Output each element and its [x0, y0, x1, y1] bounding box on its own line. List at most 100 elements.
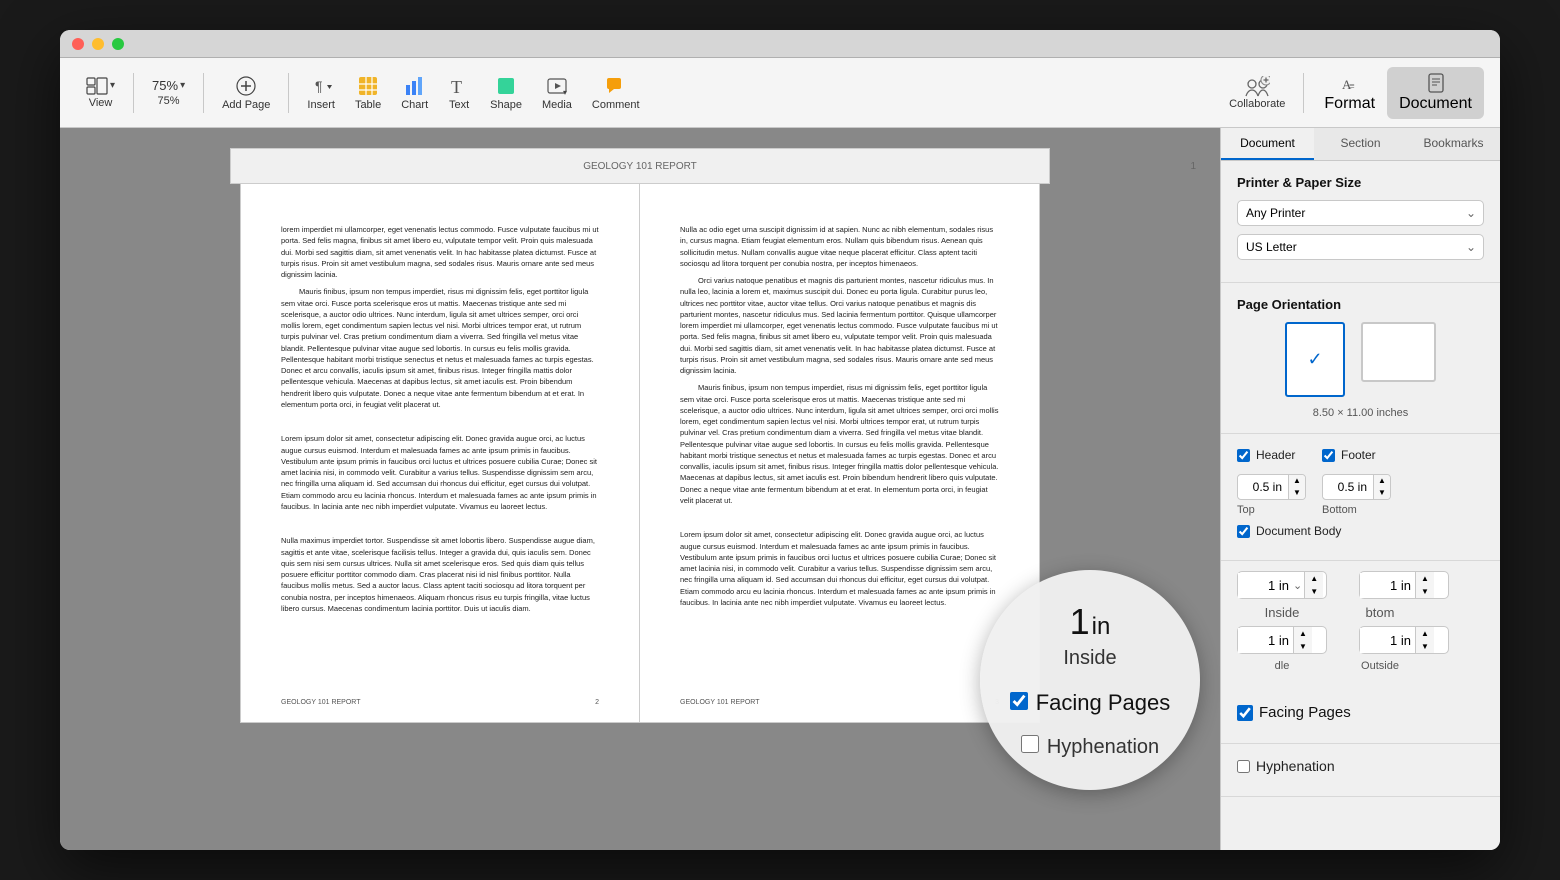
- footer-stepper-up[interactable]: ▲: [1374, 475, 1390, 487]
- view-label: View: [89, 97, 113, 109]
- svg-text:≡: ≡: [1349, 81, 1355, 92]
- tab-bookmarks[interactable]: Bookmarks: [1407, 128, 1500, 160]
- footer-stepper-down[interactable]: ▼: [1374, 487, 1390, 499]
- bottom-stepper-down[interactable]: ▼: [1294, 640, 1312, 653]
- view-button[interactable]: ▾ View: [76, 58, 125, 127]
- header-stepper-down[interactable]: ▼: [1289, 487, 1305, 499]
- inside-stepper-up[interactable]: ▲: [1305, 572, 1323, 585]
- header-label: Header: [1256, 448, 1295, 462]
- svg-text:¶: ¶: [315, 78, 323, 94]
- page-2[interactable]: lorem imperdiet mi ullamcorper, eget ven…: [240, 183, 640, 723]
- outside-stepper-down[interactable]: ▼: [1416, 640, 1434, 653]
- orientation-section: Page Orientation ✓ 8.50 × 11.00 inches: [1221, 283, 1500, 434]
- tab-document[interactable]: Document: [1221, 128, 1314, 160]
- footer-label: Footer: [1341, 448, 1376, 462]
- facing-pages-checkbox[interactable]: [1237, 705, 1253, 721]
- facing-pages-checkbox-overlay[interactable]: [1010, 692, 1028, 710]
- inside-stepper-down[interactable]: ▼: [1305, 585, 1323, 598]
- chart-icon: [404, 75, 426, 97]
- comment-button[interactable]: Comment: [582, 58, 650, 127]
- svg-text:▾: ▾: [563, 88, 567, 97]
- minimize-button[interactable]: [92, 38, 104, 50]
- inside-margin-row: ⌄ ▲ ▼ ▲ ▼: [1237, 571, 1484, 599]
- hyphenation-section: Hyphenation: [1221, 744, 1500, 797]
- hyphenation-row: Hyphenation: [1237, 758, 1484, 774]
- footer-value-input[interactable]: ▲ ▼: [1322, 474, 1391, 500]
- header-footer-row: Header ▲ ▼ Top: [1237, 448, 1484, 516]
- header-checkbox[interactable]: [1237, 449, 1250, 462]
- comment-icon: [605, 75, 627, 97]
- document-body-row: Document Body: [1237, 524, 1484, 538]
- chart-button[interactable]: Chart: [391, 58, 438, 127]
- page-2-footer-left: GEOLOGY 101 REPORT: [281, 698, 361, 709]
- shape-label: Shape: [490, 99, 522, 111]
- right-stepper-down[interactable]: ▼: [1416, 585, 1434, 598]
- page-3[interactable]: Nulla ac odio eget urna suscipit digniss…: [640, 183, 1040, 723]
- chart-label: Chart: [401, 99, 428, 111]
- insert-button[interactable]: ¶ Insert: [297, 58, 345, 127]
- footer-value-field[interactable]: [1323, 477, 1373, 497]
- outside-stepper-up[interactable]: ▲: [1416, 627, 1434, 640]
- document-body-label: Document Body: [1256, 524, 1341, 538]
- title-bar: [60, 30, 1500, 58]
- portrait-checkmark: ✓: [1307, 349, 1322, 370]
- outside-input[interactable]: [1360, 628, 1415, 653]
- bottom-input[interactable]: [1238, 628, 1293, 653]
- collaborate-button[interactable]: Collaborate: [1219, 58, 1295, 127]
- bottom-stepper: ▲ ▼: [1293, 627, 1312, 653]
- zoom-button[interactable]: 75% ▾ 75%: [142, 58, 195, 127]
- header-value-field[interactable]: [1238, 477, 1288, 497]
- media-button[interactable]: ▾ Media: [532, 58, 582, 127]
- orientation-title: Page Orientation: [1237, 297, 1484, 312]
- format-icon: A ≡: [1339, 73, 1361, 95]
- zoom-label: 75%: [158, 95, 180, 107]
- table-button[interactable]: Table: [345, 58, 391, 127]
- text-icon: T: [448, 75, 470, 97]
- main-area: GEOLOGY 101 REPORT 1 lorem imperdiet mi …: [60, 128, 1500, 850]
- doc-header-strip: GEOLOGY 101 REPORT 1: [230, 148, 1050, 184]
- right-stepper-up[interactable]: ▲: [1416, 572, 1434, 585]
- hyphenation-checkbox-overlay[interactable]: [1021, 735, 1039, 753]
- page-3-text: Nulla ac odio eget urna suscipit digniss…: [680, 224, 999, 608]
- page-2-footer-right: 2: [595, 698, 599, 709]
- printer-select[interactable]: Any Printer: [1237, 200, 1484, 226]
- zoom-value-label: 75%: [152, 78, 178, 93]
- zoom-overlay-facing: Facing Pages: [1036, 690, 1171, 716]
- page-wrapper: lorem imperdiet mi ullamcorper, eget ven…: [240, 183, 1040, 723]
- format-button[interactable]: A ≡ Format: [1312, 67, 1387, 119]
- facing-pages-row: Facing Pages: [1237, 704, 1484, 721]
- document-body-checkbox[interactable]: [1237, 525, 1250, 538]
- portrait-orientation[interactable]: ✓: [1285, 322, 1345, 397]
- paper-select[interactable]: US Letter: [1237, 234, 1484, 260]
- footer-checkbox-row: Footer: [1322, 448, 1391, 462]
- inside-down-arrow[interactable]: ⌄: [1293, 579, 1304, 592]
- footer-checkbox[interactable]: [1322, 449, 1335, 462]
- paper-select-wrapper[interactable]: US Letter: [1237, 234, 1484, 260]
- document-label: Document: [1399, 95, 1472, 113]
- header-value-input[interactable]: ▲ ▼: [1237, 474, 1306, 500]
- inside-input-wrap[interactable]: ⌄ ▲ ▼: [1237, 571, 1327, 599]
- collaborate-icon: [1244, 76, 1270, 98]
- printer-select-wrapper[interactable]: Any Printer: [1237, 200, 1484, 226]
- text-button[interactable]: T Text: [438, 58, 480, 127]
- inside-input[interactable]: [1238, 573, 1293, 598]
- outside-stepper: ▲ ▼: [1415, 627, 1434, 653]
- header-stepper-up[interactable]: ▲: [1289, 475, 1305, 487]
- zoom-overlay-value: 1: [1070, 601, 1090, 643]
- document-button[interactable]: Document: [1387, 67, 1484, 119]
- view-icon: ▾: [86, 77, 115, 95]
- close-button[interactable]: [72, 38, 84, 50]
- bottom-input-wrap[interactable]: ▲ ▼: [1237, 626, 1327, 654]
- right-margin-input[interactable]: [1360, 573, 1415, 598]
- fullscreen-button[interactable]: [112, 38, 124, 50]
- header-strip-page: 1: [1190, 161, 1196, 172]
- hyphenation-checkbox[interactable]: [1237, 760, 1250, 773]
- right-margin-input-wrap[interactable]: ▲ ▼: [1359, 571, 1449, 599]
- landscape-orientation[interactable]: [1361, 322, 1436, 382]
- outside-input-wrap[interactable]: ▲ ▼: [1359, 626, 1449, 654]
- bottom-stepper-up[interactable]: ▲: [1294, 627, 1312, 640]
- canvas-area[interactable]: GEOLOGY 101 REPORT 1 lorem imperdiet mi …: [60, 128, 1220, 850]
- tab-section[interactable]: Section: [1314, 128, 1407, 160]
- shape-button[interactable]: Shape: [480, 58, 532, 127]
- add-page-button[interactable]: Add Page: [212, 58, 280, 127]
